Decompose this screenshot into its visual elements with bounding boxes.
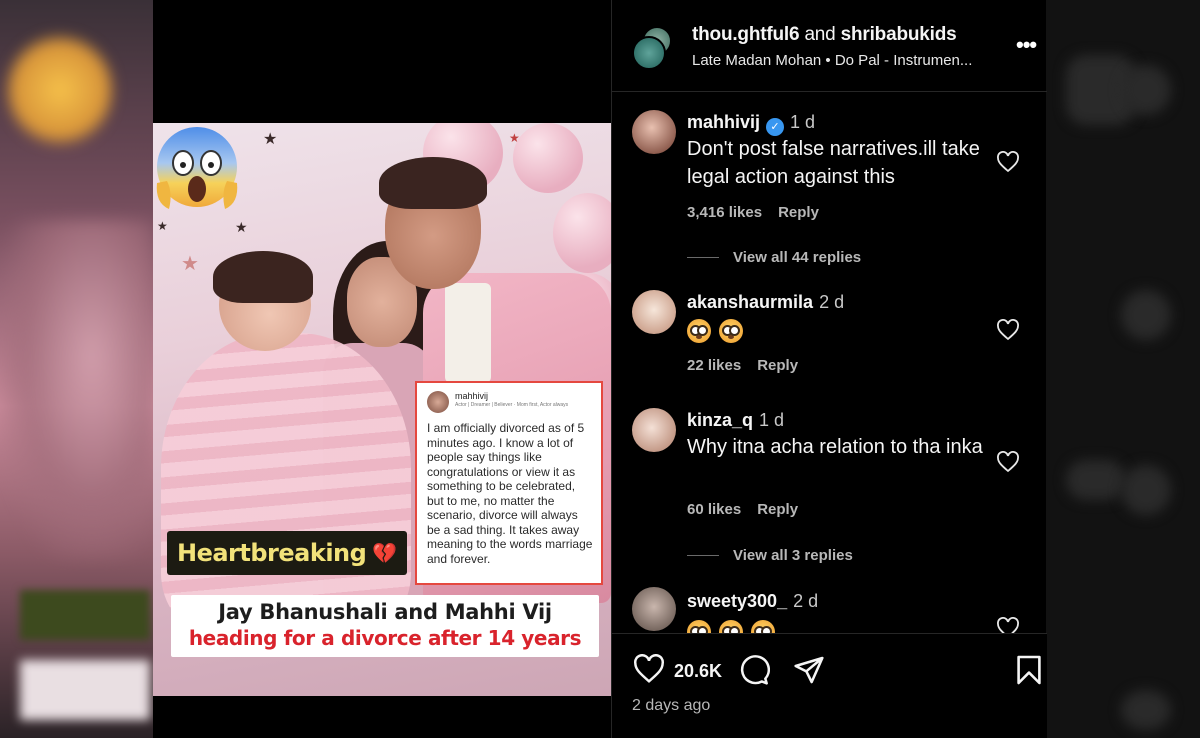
view-replies-button[interactable]: View all 44 replies: [687, 249, 861, 266]
avatar[interactable]: [632, 110, 676, 154]
blurred-background-right: [1046, 0, 1200, 738]
headline-banner: Jay Bhanushali and Mahhi Vij heading for…: [171, 595, 599, 657]
reply-button[interactable]: Reply: [757, 501, 798, 518]
verified-badge-icon: ✓: [766, 118, 785, 136]
post-image[interactable]: ★ ★ ★ ★ ★ mahhivij Actor | Dreamer | Bel…: [153, 123, 611, 696]
like-comment-heart-icon[interactable]: [996, 617, 1020, 633]
reply-button[interactable]: Reply: [757, 357, 798, 374]
like-comment-heart-icon[interactable]: [996, 451, 1020, 473]
author-link-2[interactable]: shribabukids: [841, 24, 957, 45]
like-comment-heart-icon[interactable]: [996, 319, 1020, 341]
comment-username-row: akanshaurmila 2 d: [687, 292, 844, 313]
comment-text: [687, 316, 987, 344]
flushed-face-icon: [751, 620, 775, 633]
flushed-face-icon: [687, 620, 711, 633]
comment-username-row: mahhivij ✓ 1 d: [687, 112, 815, 136]
comment-bubble-icon[interactable]: [738, 654, 770, 686]
post-authors: thou.ghtful6 and shribabukids: [692, 24, 957, 46]
flushed-face-icon: [719, 319, 743, 344]
avatar[interactable]: [632, 587, 676, 631]
post-header: thou.ghtful6 and shribabukids Late Madan…: [612, 0, 1047, 92]
comment-likes[interactable]: 22 likes: [687, 357, 741, 374]
view-replies-text: View all 3 replies: [733, 547, 853, 564]
comment-time: 1 d: [759, 410, 785, 430]
comment-text: Why itna acha relation to tha inka: [687, 436, 983, 458]
avatar: [632, 36, 666, 70]
save-bookmark-icon[interactable]: [1016, 654, 1042, 686]
audio-track-link[interactable]: Late Madan Mohan • Do Pal - Instrumen...: [692, 52, 972, 69]
post-timestamp: 2 days ago: [632, 697, 711, 714]
comment-likes[interactable]: 3,416 likes: [687, 204, 762, 221]
comment-likes[interactable]: 60 likes: [687, 501, 741, 518]
post-actions-footer: 20.6K 2 days ago: [612, 633, 1047, 738]
comment-meta: 22 likes Reply: [687, 357, 798, 374]
view-replies-button[interactable]: View all 3 replies: [687, 547, 853, 564]
comment-time: 2 d: [819, 292, 845, 312]
comment-username[interactable]: sweety300_: [687, 591, 787, 611]
blurred-background-left: [0, 0, 153, 738]
post-media-column: ★ ★ ★ ★ ★ mahhivij Actor | Dreamer | Bel…: [153, 0, 611, 738]
author-link-1[interactable]: thou.ghtful6: [692, 24, 800, 45]
comment-username[interactable]: kinza_q: [687, 410, 753, 430]
share-send-icon[interactable]: [792, 654, 826, 686]
flushed-face-icon: [687, 319, 711, 344]
like-count[interactable]: 20.6K: [674, 661, 722, 682]
tweet-text: I am officially divorced as of 5 minutes…: [427, 421, 593, 566]
avatar[interactable]: [632, 408, 676, 452]
tweet-screenshot: mahhivij Actor | Dreamer | Believer · Mo…: [415, 381, 603, 585]
comment-meta: 60 likes Reply: [687, 501, 798, 518]
collab-avatars[interactable]: [632, 26, 672, 70]
broken-heart-icon: 💔: [372, 542, 398, 565]
headline-line2: heading for a divorce after 14 years: [188, 626, 582, 650]
comment-username[interactable]: mahhivij: [687, 112, 760, 132]
tweet-username: mahhivij: [455, 391, 489, 401]
heartbreaking-text: Heartbreaking: [177, 539, 367, 567]
comment-username-row: sweety300_ 2 d: [687, 591, 818, 612]
flushed-face-icon: [719, 620, 743, 633]
headline-line1: Jay Bhanushali and Mahhi Vij: [218, 600, 552, 624]
comment-username-row: kinza_q 1 d: [687, 410, 784, 431]
like-comment-heart-icon[interactable]: [996, 151, 1020, 173]
author-conjunction: and: [804, 24, 836, 45]
comments-list[interactable]: mahhivij ✓ 1 d Don't post false narratives…: [612, 93, 1047, 633]
comment-username[interactable]: akanshaurmila: [687, 292, 813, 312]
comment-meta: 3,416 likes Reply: [687, 204, 819, 221]
view-replies-text: View all 44 replies: [733, 249, 862, 266]
avatar[interactable]: [632, 290, 676, 334]
heartbreaking-label: Heartbreaking 💔: [167, 531, 408, 575]
comment-text: [687, 617, 987, 633]
reply-button[interactable]: Reply: [778, 204, 819, 221]
comment-time: 2 d: [793, 591, 819, 611]
more-options-icon[interactable]: •••: [1016, 32, 1037, 58]
screaming-face-icon: [156, 127, 238, 209]
like-heart-icon[interactable]: [632, 654, 666, 684]
tweet-avatar: [427, 391, 449, 413]
comment-text: Don't post false narratives.ill take leg…: [687, 138, 980, 188]
comment-time: 1 d: [790, 112, 816, 132]
post-details-panel: thou.ghtful6 and shribabukids Late Madan…: [611, 0, 1047, 738]
tweet-bio: Actor | Dreamer | Believer · Mom first, …: [455, 402, 569, 408]
